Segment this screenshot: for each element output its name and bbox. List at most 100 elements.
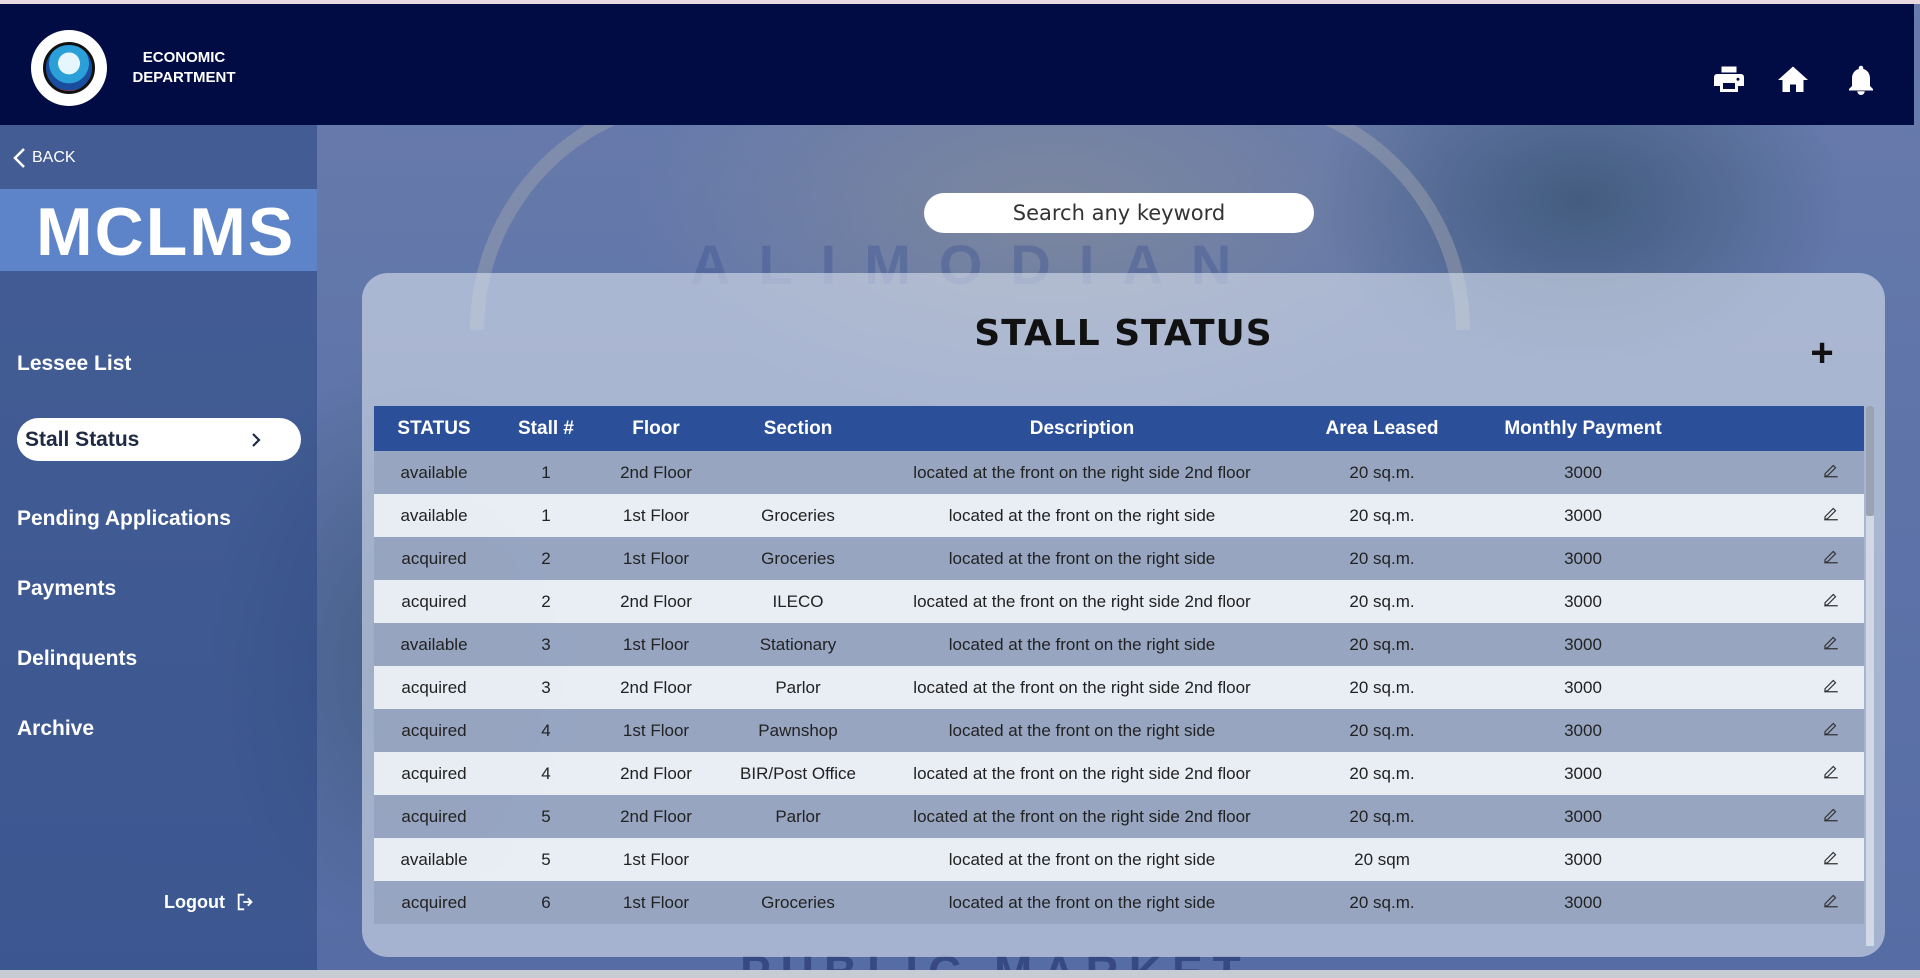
edit-icon[interactable] [1822,762,1840,780]
table-cell: located at the front on the right side 2… [913,591,1251,611]
table-cell: 1st Floor [622,892,690,912]
edit-icon[interactable] [1822,504,1840,522]
table-cell: 1st Floor [622,849,690,869]
table-cell: 20 sq.m. [1349,720,1415,740]
table-cell: 6 [541,892,551,912]
table-cell: 20 sq.m. [1349,677,1415,697]
table-cell: Parlor [775,806,821,826]
table-cell: available [400,462,468,482]
edit-icon[interactable] [1822,461,1840,479]
table-cell: 3000 [1564,677,1602,697]
table-cell: Pawnshop [758,720,838,740]
table-cell: 3000 [1564,548,1602,568]
edit-icon[interactable] [1822,633,1840,651]
edit-icon[interactable] [1822,805,1840,823]
column-header: Description [1029,417,1135,439]
table-cell: Groceries [761,505,835,525]
table-row[interactable]: available 1 1st Floor Groceries located at t… [374,494,1864,537]
table-cell-action [1684,795,1864,838]
table-cell: 1st Floor [622,720,690,740]
table-cell: located at the front on the right side 2… [913,462,1251,482]
sidebar-item-pending-applications[interactable]: Pending Applications [17,507,231,531]
logout-button[interactable]: Logout [164,891,257,913]
table-row[interactable]: available 3 1st Floor Stationary located at … [374,623,1864,666]
window-top-edge [0,0,1920,4]
back-link[interactable]: BACK [12,147,76,169]
table-row[interactable]: acquired 4 2nd Floor BIR/Post Office located… [374,752,1864,795]
table-cell: 2 [541,548,551,568]
table-cell: available [400,849,468,869]
table-cell: located at the front on the right side 2… [913,806,1251,826]
table-cell: 20 sq.m. [1349,763,1415,783]
column-header: Monthly Payment [1504,417,1662,439]
table-scrollbar-thumb[interactable] [1866,406,1874,516]
table-cell: 2nd Floor [620,806,692,826]
app-brand: MCLMS [36,194,296,270]
table-cell: 20 sq.m. [1349,462,1415,482]
table-cell: available [400,505,468,525]
add-stall-button[interactable]: + [1802,333,1842,373]
table-cell: located at the front on the right side 2… [913,677,1251,697]
edit-icon[interactable] [1822,891,1840,909]
chevron-left-icon [13,148,25,168]
table-cell-action [1684,580,1864,623]
table-cell: 3000 [1564,763,1602,783]
table-cell: 20 sqm [1354,849,1410,869]
municipality-seal-logo [31,30,107,106]
search-input[interactable] [924,193,1314,233]
edit-icon[interactable] [1822,590,1840,608]
table-cell: located at the front on the right side 2… [913,763,1251,783]
table-cell: 20 sq.m. [1349,634,1415,654]
edit-icon[interactable] [1822,676,1840,694]
edit-icon[interactable] [1822,848,1840,866]
table-cell-action [1684,494,1864,537]
table-row[interactable]: acquired 3 2nd Floor Parlor located at the f… [374,666,1864,709]
home-icon[interactable] [1775,62,1811,98]
edit-icon[interactable] [1822,547,1840,565]
table-cell-action [1684,838,1864,881]
table-row[interactable]: available 5 1st Floor located at the front … [374,838,1864,881]
column-header: Stall # [518,417,574,439]
chevron-right-icon [252,432,261,447]
printer-icon[interactable] [1711,62,1747,98]
table-row[interactable]: acquired 2 1st Floor Groceries located at th… [374,537,1864,580]
table-cell: 20 sq.m. [1349,892,1415,912]
table-cell: acquired [401,677,467,697]
table-cell: 3000 [1564,591,1602,611]
column-header: Area Leased [1325,417,1439,439]
table-cell-action [1684,666,1864,709]
table-cell: 4 [541,720,551,740]
table-cell: acquired [401,548,467,568]
table-cell: BIR/Post Office [740,763,856,783]
table-cell: 5 [541,806,551,826]
bell-icon[interactable] [1843,62,1879,98]
table-row[interactable]: acquired 4 1st Floor Pawnshop located at the… [374,709,1864,752]
table-cell: 20 sq.m. [1349,806,1415,826]
table-cell-action [1684,537,1864,580]
page-title: STALL STATUS [974,313,1273,354]
table-cell-action [1684,623,1864,666]
table-row[interactable]: acquired 5 2nd Floor Parlor located at the f… [374,795,1864,838]
edit-icon[interactable] [1822,719,1840,737]
table-cell [714,451,882,494]
table-cell: 1 [541,462,551,482]
stall-table: STATUS Stall # Floor Section Description Area… [374,406,1864,924]
table-cell: 1st Floor [622,634,690,654]
table-row[interactable]: acquired 6 1st Floor Groceries located at th… [374,881,1864,924]
sidebar-item-delinquents[interactable]: Delinquents [17,647,137,671]
table-row[interactable]: acquired 2 2nd Floor ILECO located at the fr… [374,580,1864,623]
sidebar-item-archive[interactable]: Archive [17,717,94,741]
sidebar-item-lessee-list[interactable]: Lessee List [17,352,131,376]
sidebar-item-payments[interactable]: Payments [17,577,116,601]
table-cell: ILECO [772,591,824,611]
table-cell: 20 sq.m. [1349,591,1415,611]
department-line-1: ECONOMIC [142,49,226,66]
table-body: available 1 2nd Floor located at the front … [374,451,1864,924]
table-cell: 3000 [1564,720,1602,740]
sidebar-item-stall-status[interactable]: Stall Status [17,418,301,461]
sidebar-item-label: Stall Status [25,427,140,451]
table-cell: 3 [541,634,551,654]
table-row[interactable]: available 1 2nd Floor located at the front … [374,451,1864,494]
table-cell: 3000 [1564,634,1602,654]
table-cell: available [400,634,468,654]
